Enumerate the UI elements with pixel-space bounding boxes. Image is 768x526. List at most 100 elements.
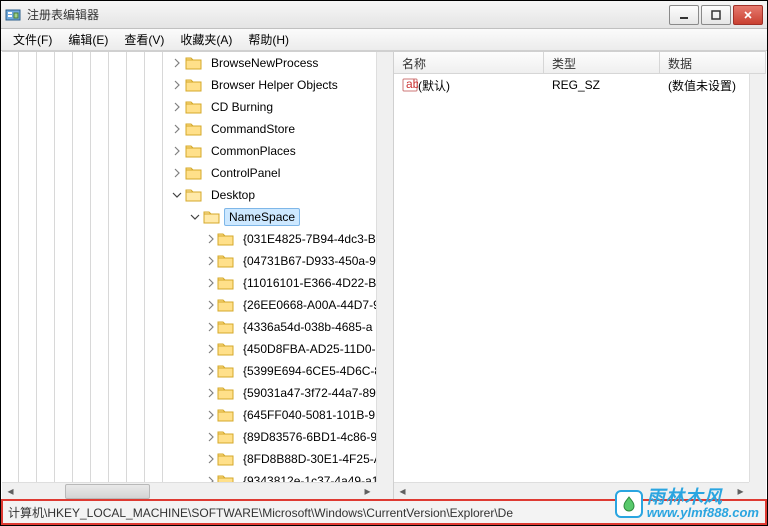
tree-item[interactable]: {4336a54d-038b-4685-a [2,316,376,338]
tree-item[interactable]: {04731B67-D933-450a-9 [2,250,376,272]
expander-icon[interactable] [170,188,184,202]
scroll-right-icon[interactable]: ▸ [359,483,376,500]
value-data: (数值未设置) [660,77,749,94]
scroll-thumb[interactable] [65,484,150,499]
titlebar: 注册表编辑器 [1,1,767,29]
folder-icon [217,297,235,313]
tree-scrollbar-vertical[interactable] [376,52,393,482]
col-type[interactable]: 类型 [544,52,660,73]
maximize-button[interactable] [701,5,731,25]
menu-view[interactable]: 查看(V) [116,29,172,50]
tree-pane: BrowseNewProcessBrowser Helper Objects CD… [2,52,394,499]
tree-item-label: CommonPlaces [206,142,301,160]
tree-item-label: {645FF040-5081-101B-9F [238,406,376,424]
list-scrollbar-horizontal[interactable]: ◂ ▸ [394,482,749,499]
statusbar-path: 计算机\HKEY_LOCAL_MACHINE\SOFTWARE\Microsof… [8,504,513,521]
folder-icon [185,77,203,93]
folder-icon [217,429,235,445]
tree-item[interactable]: ControlPanel [2,162,376,184]
tree-item-label: {89D83576-6BD1-4c86-9 [238,428,376,446]
expander-icon[interactable] [206,254,216,268]
tree-item-label: {11016101-E366-4D22-B [238,274,376,292]
expander-icon[interactable] [170,78,184,92]
value-name: (默认) [418,77,450,94]
tree-item[interactable]: {8FD8B88D-30E1-4F25-A [2,448,376,470]
tree-item[interactable]: {5399E694-6CE5-4D6C-8 [2,360,376,382]
tree-item-label: {4336a54d-038b-4685-a [238,318,376,336]
menu-edit[interactable]: 编辑(E) [60,29,116,50]
tree-item[interactable]: BrowseNewProcess [2,52,376,74]
tree-item[interactable]: Desktop [2,184,376,206]
expander-icon[interactable] [206,232,216,246]
folder-icon [185,165,203,181]
tree-item[interactable]: {11016101-E366-4D22-B [2,272,376,294]
tree-item[interactable]: {9343812e-1c37-4a49-a1 [2,470,376,482]
menubar: 文件(F) 编辑(E) 查看(V) 收藏夹(A) 帮助(H) [1,29,767,51]
minimize-button[interactable] [669,5,699,25]
folder-icon [217,407,235,423]
tree-item[interactable]: {645FF040-5081-101B-9F [2,404,376,426]
folder-icon [217,473,235,482]
tree-item[interactable]: {59031a47-3f72-44a7-89 [2,382,376,404]
expander-icon[interactable] [206,386,216,400]
folder-icon [185,187,203,203]
expander-icon[interactable] [206,452,216,466]
col-name[interactable]: 名称 [394,52,544,73]
expander-icon[interactable] [170,166,184,180]
expander-icon[interactable] [206,342,216,356]
tree-item[interactable]: CommonPlaces [2,140,376,162]
folder-icon [185,143,203,159]
tree-item[interactable]: {26EE0668-A00A-44D7-9 [2,294,376,316]
tree-scrollbar-horizontal[interactable]: ◂ ▸ [2,482,376,499]
folder-icon [217,253,235,269]
regedit-icon [5,7,21,23]
svg-text:ab: ab [406,77,418,91]
menu-file[interactable]: 文件(F) [5,29,60,50]
scroll-left-icon[interactable]: ◂ [394,483,411,500]
menu-favorites[interactable]: 收藏夹(A) [172,29,240,50]
expander-icon[interactable] [206,276,216,290]
expander-icon[interactable] [170,144,184,158]
list-row[interactable]: ab(默认)REG_SZ(数值未设置) [394,74,749,96]
folder-icon [217,385,235,401]
expander-icon[interactable] [206,474,216,482]
tree-item[interactable]: {450D8FBA-AD25-11D0- [2,338,376,360]
tree-item[interactable]: CommandStore [2,118,376,140]
window-controls [669,5,763,25]
expander-icon[interactable] [206,320,216,334]
list-pane: 名称 类型 数据 ab(默认)REG_SZ(数值未设置) ◂ ▸ [394,52,766,499]
expander-icon[interactable] [206,430,216,444]
folder-icon [217,275,235,291]
col-data[interactable]: 数据 [660,52,766,73]
expander-icon[interactable] [206,408,216,422]
expander-icon[interactable] [170,122,184,136]
folder-icon [217,451,235,467]
folder-icon [203,209,221,225]
tree-item-label: {031E4825-7B94-4dc3-B [238,230,376,248]
tree-view[interactable]: BrowseNewProcessBrowser Helper Objects CD… [2,52,376,482]
folder-icon [217,319,235,335]
tree-item-label: {59031a47-3f72-44a7-89 [238,384,376,402]
tree-item-label: {04731B67-D933-450a-9 [238,252,376,270]
list-scrollbar-vertical[interactable] [749,74,766,482]
tree-item[interactable]: {031E4825-7B94-4dc3-B [2,228,376,250]
scroll-corner [749,482,766,499]
tree-item[interactable]: NameSpace [2,206,376,228]
menu-help[interactable]: 帮助(H) [240,29,297,50]
list-view[interactable]: ab(默认)REG_SZ(数值未设置) [394,74,749,482]
scroll-left-icon[interactable]: ◂ [2,483,19,500]
expander-icon[interactable] [170,100,184,114]
tree-item-label: Desktop [206,186,260,204]
scroll-right-icon[interactable]: ▸ [732,483,749,500]
tree-item-label: CD Burning [206,98,278,116]
tree-item[interactable]: Browser Helper Objects [2,74,376,96]
expander-icon[interactable] [206,298,216,312]
expander-icon[interactable] [206,364,216,378]
tree-item-label: {8FD8B88D-30E1-4F25-A [238,450,376,468]
tree-item[interactable]: {89D83576-6BD1-4c86-9 [2,426,376,448]
expander-icon[interactable] [188,210,202,224]
folder-icon [217,231,235,247]
close-button[interactable] [733,5,763,25]
tree-item[interactable]: CD Burning [2,96,376,118]
expander-icon[interactable] [170,56,184,70]
